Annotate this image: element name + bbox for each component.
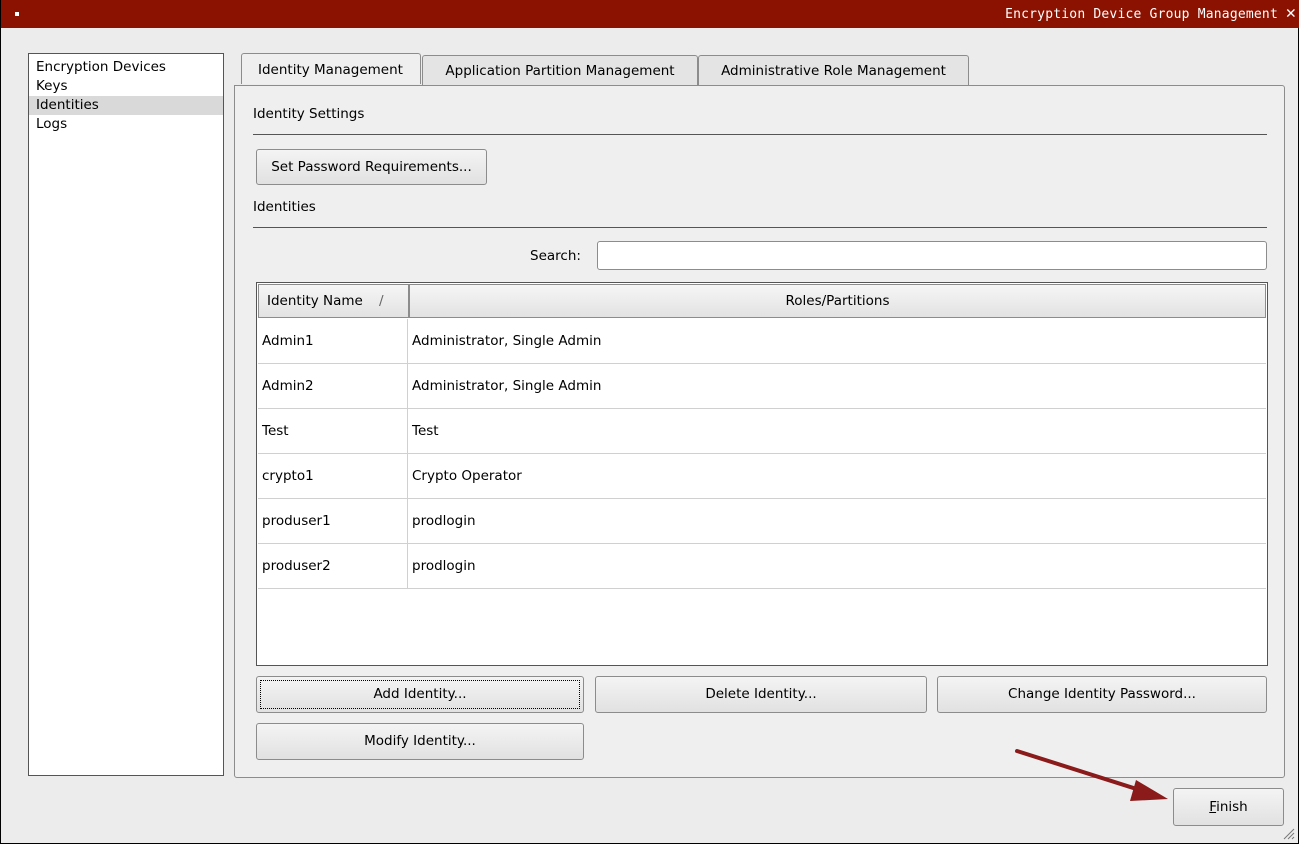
column-header-roles-partitions[interactable]: Roles/Partitions: [409, 284, 1266, 318]
window-title: Encryption Device Group Management: [1005, 7, 1278, 22]
separator: [253, 134, 1267, 135]
nav-item-logs[interactable]: Logs: [29, 115, 223, 134]
add-identity-label: Add Identity...: [373, 686, 467, 702]
roles-cell: Administrator, Single Admin: [412, 333, 602, 349]
identity-name-cell: Admin2: [258, 364, 408, 408]
table-row[interactable]: Admin1 Administrator, Single Admin: [258, 319, 1266, 364]
search-input[interactable]: [597, 241, 1267, 270]
identity-management-panel: Identity Settings Set Password Requireme…: [234, 85, 1285, 778]
table-row[interactable]: produser2 prodlogin: [258, 544, 1266, 589]
search-label: Search:: [530, 248, 581, 264]
table-header: Identity Name / Roles/Partitions: [258, 284, 1266, 318]
tab-application-partition-management[interactable]: Application Partition Management: [422, 55, 698, 85]
set-password-requirements-button[interactable]: Set Password Requirements...: [256, 149, 487, 185]
table-row[interactable]: Admin2 Administrator, Single Admin: [258, 364, 1266, 409]
column-header-identity-name[interactable]: Identity Name /: [258, 284, 409, 318]
app-window: Encryption Device Group Management ✕ Enc…: [0, 0, 1299, 844]
delete-identity-button[interactable]: Delete Identity...: [595, 676, 927, 713]
roles-cell: prodlogin: [412, 558, 476, 574]
identities-heading: Identities: [253, 199, 316, 215]
identity-name-cell: Test: [258, 409, 408, 453]
change-identity-password-button[interactable]: Change Identity Password...: [937, 676, 1267, 713]
finish-label: inish: [1216, 799, 1248, 815]
identity-settings-heading: Identity Settings: [253, 106, 365, 122]
close-icon[interactable]: ✕: [1286, 3, 1296, 23]
roles-cell: Administrator, Single Admin: [412, 378, 602, 394]
identity-name-cell: produser1: [258, 499, 408, 543]
identity-name-cell: Admin1: [258, 319, 408, 363]
identity-name-cell: produser2: [258, 544, 408, 588]
title-bar[interactable]: Encryption Device Group Management ✕: [1, 0, 1299, 28]
identity-name-cell: crypto1: [258, 454, 408, 498]
table-row[interactable]: produser1 prodlogin: [258, 499, 1266, 544]
roles-cell: prodlogin: [412, 513, 476, 529]
column-header-label: Identity Name: [267, 293, 363, 309]
separator: [253, 227, 1267, 228]
roles-cell: Test: [412, 423, 439, 439]
table-row[interactable]: crypto1 Crypto Operator: [258, 454, 1266, 499]
add-identity-button[interactable]: Add Identity...: [256, 676, 584, 713]
sort-ascending-icon: /: [379, 293, 384, 309]
resize-grip-icon[interactable]: [1283, 828, 1295, 840]
roles-cell: Crypto Operator: [412, 468, 522, 484]
identities-table[interactable]: Identity Name / Roles/Partitions Admin1 …: [256, 282, 1268, 666]
navigation-list[interactable]: Encryption Devices Keys Identities Logs: [28, 53, 224, 776]
tab-administrative-role-management[interactable]: Administrative Role Management: [698, 55, 969, 85]
nav-item-encryption-devices[interactable]: Encryption Devices: [29, 58, 223, 77]
modify-identity-button[interactable]: Modify Identity...: [256, 723, 584, 760]
tab-identity-management[interactable]: Identity Management: [241, 53, 421, 84]
nav-item-keys[interactable]: Keys: [29, 77, 223, 96]
finish-button[interactable]: Finish: [1173, 788, 1284, 826]
table-row[interactable]: Test Test: [258, 409, 1266, 454]
nav-item-identities[interactable]: Identities: [29, 96, 223, 115]
window-menu-icon[interactable]: [15, 12, 19, 16]
